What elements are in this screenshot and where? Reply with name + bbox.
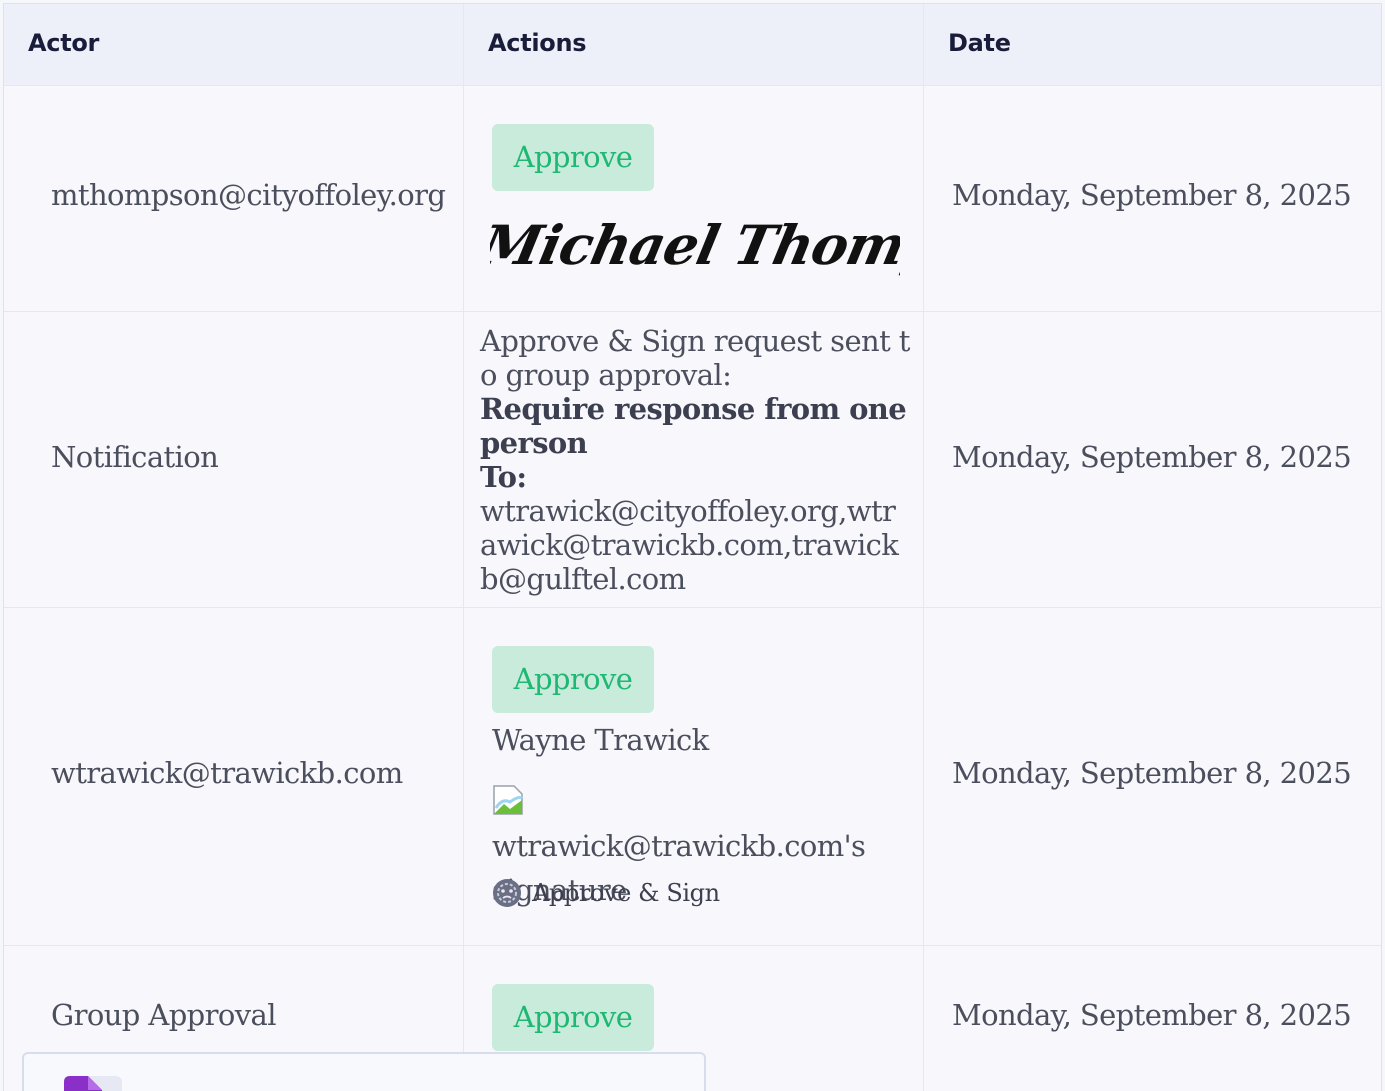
actor-cell: mthompson@cityoffoley.org (4, 86, 464, 311)
actor-email: mthompson@cityoffoley.org (51, 178, 446, 212)
actor-cell: wtrawick@trawickb.com (4, 608, 464, 945)
table-row: Notification Approve & Sign request sent… (4, 312, 1381, 608)
date-cell: Monday, September 8, 2025 (924, 608, 1381, 945)
date-cell: Monday, September 8, 2025 (924, 946, 1381, 1091)
table-row: mthompson@cityoffoley.org Approve Michae… (4, 86, 1381, 312)
audit-trail-table: Actor Actions Date mthompson@cityoffoley… (3, 3, 1382, 1091)
notification-message: Approve & Sign request sent to group app… (480, 324, 910, 596)
date-cell: Monday, September 8, 2025 (924, 86, 1381, 311)
date-text: Monday, September 8, 2025 (952, 440, 1352, 474)
approve-badge[interactable]: Approve (492, 646, 654, 713)
actions-cell: Approve & Sign request sent to group app… (464, 312, 924, 607)
actions-cell: Approve Michael Thompson (464, 86, 924, 311)
actor-cell: Notification (4, 312, 464, 607)
approve-badge[interactable]: Approve (492, 984, 654, 1051)
date-cell: Monday, September 8, 2025 (924, 312, 1381, 607)
actor-email: wtrawick@trawickb.com (51, 756, 403, 790)
notification-requirement: Require response from one person (480, 392, 907, 460)
column-header-actions[interactable]: Actions (464, 4, 924, 85)
signature-text: Michael Thompson (490, 214, 900, 277)
date-text: Monday, September 8, 2025 (952, 178, 1352, 212)
actor-notification: Notification (51, 440, 219, 474)
notification-to-label: To: (480, 460, 527, 494)
floating-document-card[interactable] (22, 1052, 706, 1091)
actions-cell: Approve Wayne Trawick wtrawick@trawickb.… (464, 608, 924, 945)
notification-line: Approve & Sign request sent to group app… (480, 324, 910, 392)
signature-image: Michael Thompson (490, 214, 900, 277)
table-header-row: Actor Actions Date (4, 4, 1381, 86)
face-icon (493, 879, 521, 907)
notification-recipients: wtrawick@cityoffoley.org,wtrawick@trawic… (480, 494, 899, 596)
actor-group: Group Approval (51, 998, 276, 1032)
date-text: Monday, September 8, 2025 (952, 756, 1352, 790)
date-text: Monday, September 8, 2025 (952, 998, 1352, 1032)
table-row: wtrawick@trawickb.com Approve Wayne Traw… (4, 608, 1381, 946)
document-icon (64, 1076, 122, 1091)
broken-image-icon (493, 785, 523, 815)
action-type-label: Approve & Sign (492, 878, 720, 908)
column-header-actor[interactable]: Actor (4, 4, 464, 85)
column-header-date[interactable]: Date (924, 4, 1381, 85)
approve-badge[interactable]: Approve (492, 124, 654, 191)
action-type-text: Approve & Sign (532, 879, 720, 907)
signer-name: Wayne Trawick (492, 723, 709, 757)
